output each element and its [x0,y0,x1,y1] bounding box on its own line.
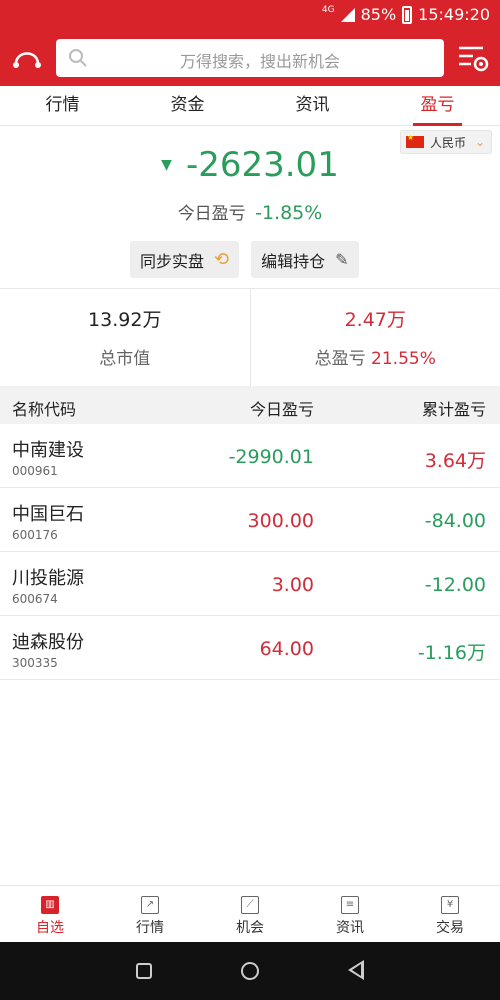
stock-name: 迪森股份 [12,632,84,653]
total-pl-value: 2.47万 [344,309,406,331]
nav-opportunity[interactable]: ⟋ 机会 [200,886,300,942]
tab-profit-loss[interactable]: 盈亏 [375,86,500,126]
stock-name: 中南建设 [12,440,84,461]
market-value-label: 总市值 [99,349,151,369]
total-pl-row: 总盈亏 21.55% [251,344,500,369]
nav-market[interactable]: ↗ 行情 [100,886,200,942]
nav-label: 交易 [436,920,464,936]
stock-code: 300335 [12,656,58,670]
stock-name: 中国巨石 [12,504,84,525]
search-placeholder: 万得搜索，搜出新机会 [179,52,340,71]
yen-icon: ¥ [441,896,459,914]
news-icon: ≡ [341,896,359,914]
status-icons: 4G 85% 15:49:20 [321,4,490,25]
stock-code: 000961 [12,464,58,478]
sync-icon: ⟲ [214,249,230,270]
today-pl-label: 今日盈亏 [177,204,246,224]
watchlist-icon: ▥ [41,896,59,914]
stock-total-pl: -12.00 [424,574,486,596]
holdings-table-header: 名称代码 今日盈亏 累计盈亏 [0,386,500,424]
edit-holdings-button[interactable]: 编辑持仓 ✎ [251,241,359,278]
sync-label: 同步实盘 [140,251,205,271]
edit-label: 编辑持仓 [261,251,326,271]
leaf-icon: ⟋ [241,896,259,914]
stock-code: 600674 [12,592,58,606]
system-nav-bar [0,942,500,1000]
market-value: 13.92万 [88,309,162,331]
total-pl-label: 总盈亏 [314,349,366,369]
tab-funds[interactable]: 资金 [125,86,250,125]
home-icon[interactable] [241,962,259,980]
holdings-table: 中南建设 000961 -2990.01 3.64万 中国巨石 600176 3… [0,424,500,680]
stock-today-pl: 64.00 [259,638,314,660]
sync-account-button[interactable]: 同步实盘 ⟲ [130,241,240,278]
bottom-nav: ▥ 自选 ↗ 行情 ⟋ 机会 ≡ 资讯 ¥ 交易 [0,885,500,942]
battery-icon [402,5,413,24]
stock-total-pl: -1.16万 [417,642,486,664]
stock-total-pl: 3.64万 [424,450,486,472]
settings-menu-icon[interactable] [455,40,491,76]
recent-apps-icon[interactable] [136,963,152,979]
stats-panel: 13.92万 总市值 2.47万 总盈亏 21.55% [0,288,500,386]
network-type: 4G [321,4,335,15]
table-row[interactable]: 迪森股份 300335 64.00 -1.16万 [0,616,500,680]
col-total-pl[interactable]: 累计盈亏 [422,396,486,420]
status-bar: 4G 85% 15:49:20 [0,0,500,30]
headphone-icon[interactable] [10,40,44,74]
nav-label: 资讯 [336,920,364,936]
nav-watchlist[interactable]: ▥ 自选 [0,886,100,942]
pencil-icon: ✎ [335,250,349,269]
stock-today-pl: -2990.01 [228,446,314,468]
nav-label: 机会 [236,920,264,936]
stock-today-pl: 3.00 [271,574,314,596]
tab-news[interactable]: 资讯 [250,86,375,125]
top-tabs: 行情 资金 资讯 盈亏 [0,86,500,126]
total-pl-stat: 2.47万 总盈亏 21.55% [249,289,500,386]
nav-news[interactable]: ≡ 资讯 [300,886,400,942]
table-row[interactable]: 中南建设 000961 -2990.01 3.64万 [0,424,500,488]
pl-value: -2623.01 [185,145,339,185]
stock-code: 600176 [12,528,58,542]
app-header: 万得搜索，搜出新机会 [0,30,500,86]
back-icon[interactable] [348,960,364,980]
stock-name: 川投能源 [12,568,84,589]
battery-level: 85% [360,5,397,24]
chart-icon: ↗ [141,896,159,914]
search-input[interactable]: 万得搜索，搜出新机会 [56,39,444,77]
table-row[interactable]: 川投能源 600674 3.00 -12.00 [0,552,500,616]
nav-label: 自选 [36,920,64,936]
signal-icon [340,7,355,22]
stock-total-pl: -84.00 [424,510,486,532]
col-name-code[interactable]: 名称代码 [12,396,76,420]
total-today-pl: ▼ -2623.01 [0,145,500,185]
action-buttons: 同步实盘 ⟲ 编辑持仓 ✎ [130,241,359,278]
stock-today-pl: 300.00 [247,510,314,532]
nav-trade[interactable]: ¥ 交易 [400,886,500,942]
today-pl-row: 今日盈亏 -1.85% [0,199,500,224]
down-triangle-icon: ▼ [161,157,172,173]
pl-summary: ▼ -2623.01 今日盈亏 -1.85% [0,145,500,224]
market-value-stat: 13.92万 总市值 [0,289,250,386]
clock: 15:49:20 [418,5,490,24]
nav-label: 行情 [136,920,164,936]
today-pl-pct: -1.85% [255,202,323,224]
col-today-pl[interactable]: 今日盈亏 [250,396,314,420]
total-pl-pct: 21.55% [371,349,436,369]
table-row[interactable]: 中国巨石 600176 300.00 -84.00 [0,488,500,552]
tab-market[interactable]: 行情 [0,86,125,125]
